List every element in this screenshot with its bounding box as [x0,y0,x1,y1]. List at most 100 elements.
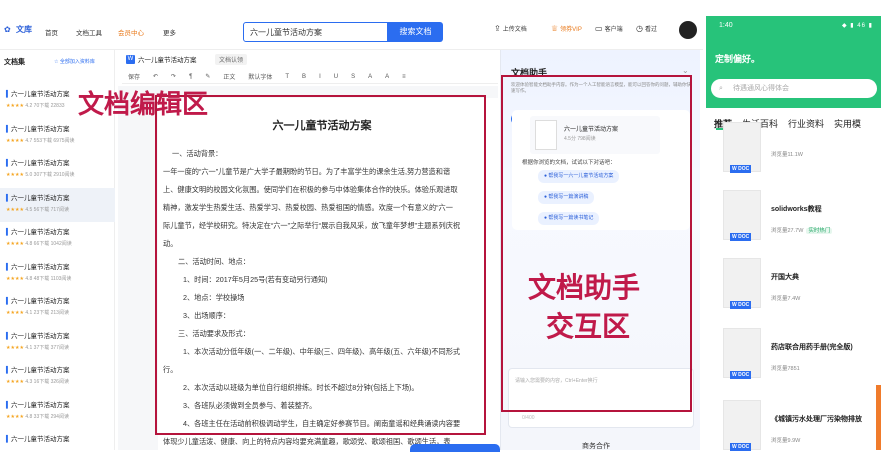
vip-coupon-button[interactable]: ♕ 领券VIP [551,24,582,33]
toolbar-button[interactable]: ↶ [153,73,158,80]
toolbar-button[interactable]: ¶ [189,74,192,80]
nav-link-vip[interactable]: 会员中心 [118,27,144,37]
view-count: 213阅读 [50,310,69,316]
download-count: 48下载 [33,275,50,282]
download-count: 56下载 [33,206,50,213]
mobile-tab-practical[interactable]: 实用模 [834,117,861,130]
mobile-doc-item[interactable]: W DOC 《城镇污水处理厂污染物排放 浏览量9.9W [715,400,875,462]
toolbar-button[interactable]: ≡ [402,74,406,80]
wdoc-badge-icon: W DOC [730,301,752,309]
side-float-tab[interactable] [876,385,881,450]
sidebar-doc-item[interactable]: ▍六一儿童节活动方案 ★★★★ 4.8 48下载 1103阅读 [0,257,115,291]
mobile-view-count: 浏览量7.4W [771,296,801,302]
sidebar-doc-item[interactable]: ▍六一儿童节活动方案 ★★★★ 4.8 33下载 294阅读 [0,395,115,429]
doc-tab[interactable]: W 六一儿童节活动方案 [126,54,197,64]
view-count: 1042阅读 [50,241,72,247]
avatar[interactable] [679,21,697,39]
rating-stars-icon: ★★★★ [6,206,24,213]
mobile-view-count: 浏览量11.1W [771,152,803,158]
mobile-search-placeholder: 待遇通风心得体会 [733,85,789,92]
sidebar-doc-item[interactable]: ▍六一儿童节活动方案 ★★★★ 4.1 37下载 377阅读 [0,326,115,360]
toolbar-button[interactable]: T [285,74,289,80]
rating-stars-icon: ★★★★ [6,344,24,351]
logo[interactable]: ✿ 文库 [4,24,32,35]
view-count: 326阅读 [50,379,69,385]
toolbar-button[interactable]: 默认字体 [248,72,272,81]
mobile-doc-item[interactable]: W DOC 浏览量11.1W [715,122,875,192]
rating-value: 4.2 [25,103,33,109]
toolbar-button[interactable]: A [368,74,372,80]
sidebar-doc-title-text: 六一儿童节活动方案 [11,401,70,409]
history-label: 看过 [644,27,657,33]
nav-link-more[interactable]: 更多 [163,27,176,37]
doc-tab-label: 六一儿童节活动方案 [138,57,197,64]
doc-thumbnail: W DOC [723,258,761,309]
sidebar-doc-item[interactable]: ▍六一儿童节活动方案 ★★★★ 4.8 66下载 1042阅读 [0,222,115,256]
assistant-area-label-1: 文档助手 [528,271,641,304]
sidebar-doc-item[interactable]: ▍六一儿童节活动方案 ★★★★ 4.5 56下载 717阅读 [0,187,115,222]
nav-link-tools[interactable]: 文档工具 [76,27,102,37]
view-count: 377阅读 [50,344,69,351]
history-button[interactable]: ◷ 看过 [636,24,657,33]
sidebar-doc-meta: ★★★★ 4.5 56下载 717阅读 [6,206,109,213]
sidebar-doc-item[interactable]: ▍六一儿童节活动方案 ★★★★ 4.7 553下载 6975阅读 [0,119,115,153]
sidebar-doc-meta: ★★★★ 5.0 307下载 2910阅读 [6,171,109,178]
view-count: 294阅读 [50,413,69,420]
view-count: 1103阅读 [50,275,72,282]
toolbar-button[interactable]: ✎ [205,73,210,80]
mobile-doc-meta: 浏览量7851 [771,364,800,372]
mobile-doc-item[interactable]: W DOC 开国大典 浏览量7.4W [715,258,875,320]
toolbar-button[interactable]: S [351,74,355,80]
mobile-doc-meta: 浏览量9.9W [771,436,800,444]
sidebar-doc-item[interactable]: ▍六一儿童节活动方案 ★★★★ 4.3 16下载 326阅读 [0,360,115,394]
history-icon: ◷ [636,24,643,33]
toolbar-button[interactable]: U [334,74,338,80]
join-library-link[interactable]: ☆ 全部加入资料库 [54,58,95,65]
upload-button[interactable]: ⇪ 上传文档 [494,24,527,33]
bottom-float-button[interactable] [410,444,500,452]
toolbar-button[interactable]: A [385,74,389,80]
rating-stars-icon: ★★★★ [6,103,24,109]
sidebar-doc-title-text: 六一儿童节活动方案 [11,298,70,305]
wdoc-badge-icon: W DOC [730,233,752,241]
download-count: 23下载 [33,310,50,316]
edit-area-outline [155,95,486,435]
search-button[interactable]: 搜索文档 [388,22,443,42]
view-count: 6975阅读 [53,137,75,144]
mobile-search-input[interactable]: ⌕ 待遇通风心得体会 [711,79,877,98]
hot-badge: 实时热门 [806,228,833,234]
toolbar-button[interactable]: I [319,74,321,80]
download-count: 70下载 [33,103,50,109]
mobile-doc-item[interactable]: W DOC solidworks教程 浏览量27.7W 实时热门 [715,190,875,252]
mobile-tab-industry[interactable]: 行业资料 [788,117,824,130]
wdoc-badge-icon: W DOC [730,371,752,379]
rating-value: 4.1 [25,310,33,316]
sidebar-doc-item[interactable]: ▍六一儿童节活动方案 [0,429,115,463]
mobile-doc-item[interactable]: W DOC 药店联合用药手册(完全版) 浏览量7851 [715,328,875,390]
sidebar-doc-item[interactable]: ▍六一儿童节活动方案 ★★★★ 4.1 23下载 213阅读 [0,291,115,325]
toolbar-button[interactable]: 正文 [223,72,235,81]
toolbar-button[interactable]: 保存 [128,72,140,81]
char-counter: 0/400 [522,415,535,421]
mobile-doc-meta: 浏览量11.1W [771,150,803,158]
download-count: 16下载 [33,379,50,385]
sidebar-doc-title-text: 六一儿童节活动方案 [11,229,70,236]
search-input[interactable] [243,22,388,42]
claim-doc-tag[interactable]: 文档认领 [215,54,248,65]
sidebar-doc-title-text: 六一儿童节活动方案 [11,160,70,167]
toolbar-button[interactable]: ↷ [171,73,176,80]
vip-icon: ♕ [551,24,559,33]
collapse-icon[interactable]: ⌄ [682,66,689,75]
sidebar-doc-item[interactable]: ▍六一儿童节活动方案 ★★★★ 5.0 307下载 2910阅读 [0,153,115,187]
doc-thumbnail: W DOC [723,400,761,451]
sidebar-doc-meta: ★★★★ 4.3 16下载 326阅读 [6,378,109,385]
status-time: 1:40 [719,22,733,29]
toolbar-button[interactable]: B [302,74,306,80]
sidebar-doc-meta: ★★★★ 4.8 66下载 1042阅读 [6,240,109,247]
sidebar-doc-meta: ★★★★ 4.7 553下载 6975阅读 [6,137,109,144]
client-button[interactable]: ▭ 客户端 [595,24,623,33]
nav-link-home[interactable]: 首页 [45,27,58,37]
sidebar-doc-title: ▍六一儿童节活动方案 [6,123,109,133]
mobile-doc-meta: 浏览量27.7W 实时热门 [771,226,833,234]
rating-value: 4.8 [25,241,33,247]
